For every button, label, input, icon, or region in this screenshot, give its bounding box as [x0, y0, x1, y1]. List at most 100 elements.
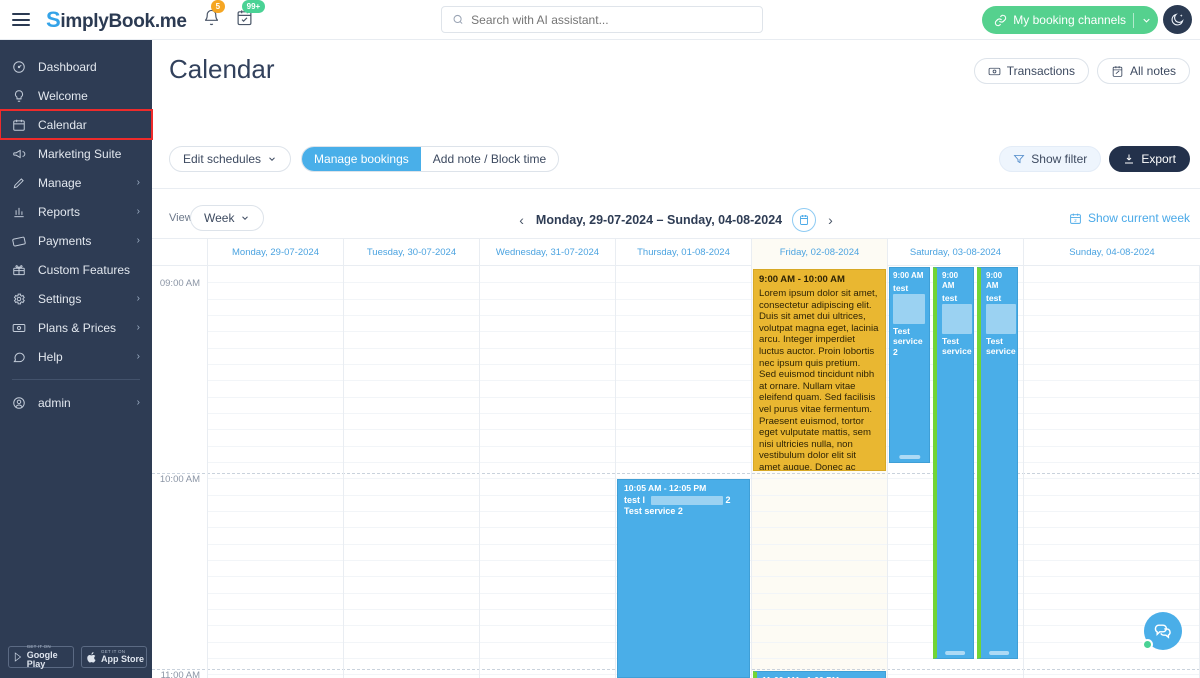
prev-week-button[interactable]: ‹: [517, 212, 526, 228]
edit-schedules-label: Edit schedules: [183, 152, 262, 166]
date-range-navigator: ‹ Monday, 29-07-2024 – Sunday, 04-08-202…: [516, 208, 836, 232]
client-name: test: [893, 283, 909, 293]
chat-icon: [12, 350, 32, 364]
logo-dot-me: .me: [154, 10, 187, 32]
view-mode-dropdown[interactable]: Week: [190, 205, 265, 231]
calendar-event-booking[interactable]: 9:00 AM test Test service: [977, 267, 1018, 659]
chevron-right-icon: ›: [136, 206, 140, 217]
event-text: Lorem ipsum dolor sit amet, consectetur …: [759, 288, 879, 471]
calendar-event-booking[interactable]: 9:00 AM test Test service: [933, 267, 974, 659]
resize-handle[interactable]: [898, 455, 921, 459]
next-week-button[interactable]: ›: [826, 212, 835, 228]
google-play-badge[interactable]: GET IT ON Google Play: [8, 645, 74, 668]
calendar-event-booking[interactable]: 11:00 AM - 1:00 PM test Test service: [753, 671, 886, 678]
sidebar-item-admin[interactable]: admin ›: [0, 388, 152, 417]
grid-line: [207, 364, 1200, 365]
time-label: 10:00 AM: [159, 474, 200, 485]
day-header-wednesday[interactable]: Wednesday, 31-07-2024: [479, 239, 615, 266]
calendar-event-booking[interactable]: 9:00 AM test Test service 2: [889, 267, 930, 463]
chevron-right-icon: ›: [136, 322, 140, 333]
my-booking-channels-button[interactable]: My booking channels: [982, 6, 1158, 34]
simplybook-logo[interactable]: SimplyBook.me: [46, 7, 187, 33]
toolbar-right-actions: Show filter Export: [999, 146, 1190, 172]
grid-line: [207, 315, 1200, 316]
calendar-event-note[interactable]: 9:00 AM - 10:00 AM Lorem ipsum dolor sit…: [753, 269, 886, 471]
sidebar-item-welcome[interactable]: Welcome: [0, 81, 152, 110]
event-service: Test service 2: [893, 325, 923, 357]
speedometer-icon: [12, 60, 32, 74]
moon-icon: [1171, 13, 1184, 26]
tab-manage-bookings[interactable]: Manage bookings: [302, 147, 421, 171]
grid-line: [207, 331, 1200, 332]
day-label: Tuesday, 30-07-2024: [366, 247, 457, 258]
day-header-sunday[interactable]: Sunday, 04-08-2024: [1023, 239, 1200, 266]
resize-handle[interactable]: [989, 651, 1009, 655]
sidebar-item-payments[interactable]: Payments ›: [0, 226, 152, 255]
day-header-saturday[interactable]: Saturday, 03-08-2024: [887, 239, 1023, 266]
notifications-button[interactable]: 5: [203, 0, 226, 31]
all-notes-button[interactable]: All notes: [1096, 58, 1190, 84]
tasks-button[interactable]: 99+: [236, 0, 266, 31]
svg-text:2: 2: [1074, 217, 1077, 222]
sidebar-item-help[interactable]: Help ›: [0, 342, 152, 371]
hamburger-icon[interactable]: [12, 13, 30, 26]
calendar-2-icon: 2: [1070, 213, 1081, 224]
logo-rest: implyBook: [60, 10, 155, 32]
app-root: SimplyBook.me 5 99+ M: [0, 0, 1200, 678]
sidebar-label: Dashboard: [38, 59, 97, 74]
day-label: Thursday, 01-08-2024: [637, 247, 730, 258]
sidebar-item-dashboard[interactable]: Dashboard: [0, 52, 152, 81]
sidebar-label: Reports: [38, 204, 81, 219]
time-label: 11:00 AM: [160, 670, 200, 678]
event-client: test l 2 Test service 2: [624, 495, 744, 516]
filter-icon: [1013, 155, 1025, 164]
calendar-event-booking[interactable]: 10:05 AM - 12:05 PM test l 2 Test servic…: [617, 479, 750, 678]
day-headers: Monday, 29-07-2024 Tuesday, 30-07-2024 W…: [152, 238, 1200, 266]
dark-mode-toggle[interactable]: [1163, 5, 1192, 34]
sidebar-item-custom-features[interactable]: Custom Features: [0, 255, 152, 284]
event-time: 9:00 AM: [942, 271, 959, 290]
sidebar-item-calendar[interactable]: Calendar: [0, 109, 153, 140]
search-input[interactable]: [471, 12, 752, 27]
event-client: test: [986, 293, 1016, 334]
grid-line: [207, 413, 1200, 414]
redacted-text: [893, 293, 925, 324]
date-picker-button[interactable]: [792, 208, 817, 232]
chat-widget-button[interactable]: [1142, 612, 1182, 650]
user-circle-icon: [12, 396, 32, 410]
event-time: 9:00 AM: [986, 271, 1003, 290]
sidebar-item-plans-prices[interactable]: Plans & Prices ›: [0, 313, 152, 342]
day-header-thursday[interactable]: Thursday, 01-08-2024: [615, 239, 751, 266]
chevron-down-icon[interactable]: [1141, 15, 1152, 26]
event-service: Test service: [942, 335, 972, 357]
day-label: Friday, 02-08-2024: [779, 247, 860, 258]
redacted-text: [650, 496, 723, 506]
chevron-right-icon: ›: [136, 235, 140, 246]
sidebar-item-marketing-suite[interactable]: Marketing Suite: [0, 139, 152, 168]
booking-channels-label: My booking channels: [1013, 13, 1126, 27]
search-box[interactable]: [441, 6, 763, 33]
sidebar-item-reports[interactable]: Reports ›: [0, 197, 152, 226]
day-header-friday[interactable]: Friday, 02-08-2024: [751, 239, 887, 266]
sidebar-label: Settings: [38, 291, 82, 306]
transactions-button[interactable]: Transactions: [973, 58, 1089, 84]
tab-add-note-block-time[interactable]: Add note / Block time: [421, 147, 558, 171]
edit-schedules-button[interactable]: Edit schedules: [169, 146, 292, 172]
sidebar-label: admin: [38, 395, 71, 410]
calendar-body: 09:00 AM 10:00 AM 11:00 AM 9:00 AM - 10:…: [152, 266, 1200, 678]
show-filter-button[interactable]: Show filter: [999, 146, 1102, 172]
sidebar-item-settings[interactable]: Settings ›: [0, 284, 152, 313]
money-icon: [12, 321, 32, 335]
show-current-week-button[interactable]: 2 Show current week: [1069, 211, 1190, 225]
export-button[interactable]: Export: [1109, 146, 1190, 172]
day-header-tuesday[interactable]: Tuesday, 30-07-2024: [343, 239, 479, 266]
resize-handle[interactable]: [945, 651, 965, 655]
chevron-right-icon: ›: [136, 397, 140, 408]
app-store-badge[interactable]: GET IT ON App Store: [81, 646, 147, 668]
day-header-monday[interactable]: Monday, 29-07-2024: [207, 239, 343, 266]
lightbulb-icon: [12, 89, 32, 103]
sidebar-label: Help: [38, 349, 63, 364]
sidebar-item-manage[interactable]: Manage ›: [0, 168, 152, 197]
gift-icon: [12, 263, 32, 277]
sidebar-label: Manage: [38, 175, 82, 190]
